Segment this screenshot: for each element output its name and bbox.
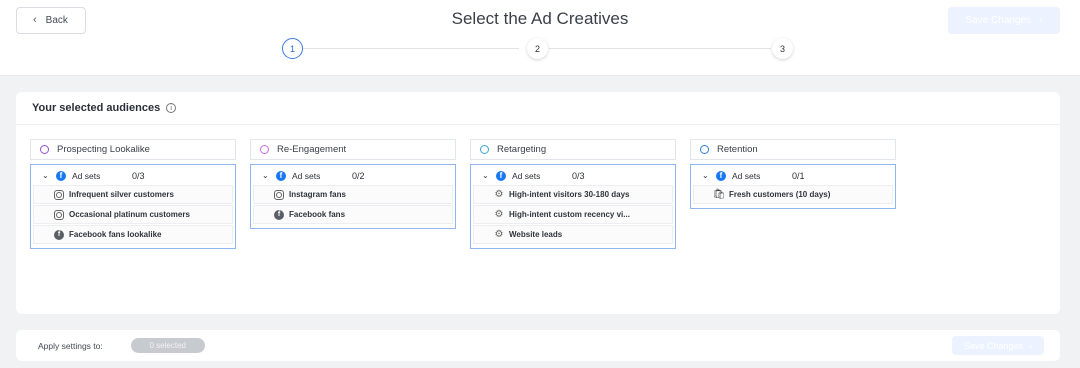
audience-header[interactable]: Retargeting [470,139,676,160]
audience-column-retargeting: Retargeting ⌄ f Ad sets 0/3 ⚙ High-inten… [470,139,676,249]
ad-sets-count: 0/3 [132,170,145,181]
save-changes-bottom-button[interactable]: Save Changes › [952,336,1044,355]
ad-sets-label: Ad sets [732,170,761,181]
ad-sets-toggle[interactable]: ⌄ f Ad sets 0/2 [253,167,453,184]
shopping-bag-icon: 🛍 [712,189,726,200]
instagram-icon [54,209,64,220]
audience-ring-icon [40,145,49,154]
audience-header[interactable]: Prospecting Lookalike [30,139,236,160]
audience-name: Retention [717,144,758,155]
list-item[interactable]: 🛍 Fresh customers (10 days) [693,185,893,204]
list-item[interactable]: Infrequent silver customers [33,185,233,204]
ad-sets-count: 0/3 [572,170,585,181]
card-header: Your selected audiences i [16,92,1060,125]
list-item[interactable]: ⚙ High-intent visitors 30-180 days [473,185,673,204]
step-3[interactable]: 3 [772,38,793,59]
facebook-icon: f [276,170,286,181]
audience-ring-icon [700,145,709,154]
save-changes-button[interactable]: Save Changes › [948,7,1060,34]
item-label: Website leads [509,230,563,239]
chevron-down-icon: ⌄ [42,171,49,180]
audience-name: Retargeting [497,144,547,155]
ad-sets-toggle[interactable]: ⌄ f Ad sets 0/3 [473,167,673,184]
ad-sets-label: Ad sets [512,170,541,181]
ad-sets-count: 0/2 [352,170,365,181]
info-icon[interactable]: i [166,103,177,113]
audience-column-prospecting: Prospecting Lookalike ⌄ f Ad sets 0/3 In… [30,139,236,249]
chevron-down-icon: ⌄ [702,171,709,180]
instagram-icon [274,189,284,200]
stepper: 1 2 3 [0,38,1080,60]
audience-name: Prospecting Lookalike [57,144,150,155]
step-connector [303,48,519,49]
item-label: Fresh customers (10 days) [729,190,831,199]
ad-sets-label: Ad sets [292,170,321,181]
step-1[interactable]: 1 [282,38,303,59]
custom-audience-icon: ⚙ [494,209,504,220]
step-connector [549,48,771,49]
item-label: High-intent custom recency vi... [509,210,630,219]
facebook-icon: f [54,229,64,240]
chevron-down-icon: ⌄ [262,171,269,180]
audience-ring-icon [260,145,269,154]
list-item[interactable]: f Facebook fans [253,205,453,224]
audience-name: Re-Engagement [277,144,347,155]
facebook-icon: f [56,170,66,181]
ad-sets-toggle[interactable]: ⌄ f Ad sets 0/1 [693,167,893,184]
ad-sets-panel: ⌄ f Ad sets 0/3 Infrequent silver custom… [30,164,236,249]
step-2[interactable]: 2 [527,38,548,59]
facebook-icon: f [496,170,506,181]
item-label: Facebook fans lookalike [69,230,162,239]
facebook-icon: f [716,170,726,181]
list-item[interactable]: f Facebook fans lookalike [33,225,233,244]
item-label: Facebook fans [289,210,346,219]
item-label: Occasional platinum customers [69,210,190,219]
chevron-down-icon: ⌄ [482,171,489,180]
ad-sets-panel: ⌄ f Ad sets 0/3 ⚙ High-intent visitors 3… [470,164,676,249]
chevron-right-icon: › [1039,15,1043,26]
ad-sets-panel: ⌄ f Ad sets 0/2 Instagram fans f Faceboo… [250,164,456,229]
top-header: ‹ Back Select the Ad Creatives Save Chan… [0,0,1080,76]
selected-count-pill[interactable]: 0 selected [130,338,205,353]
apply-settings-bar: Apply settings to: 0 selected Save Chang… [16,330,1060,361]
page-title: Select the Ad Creatives [451,9,629,28]
save-changes-label: Save Changes [965,15,1032,26]
audience-ring-icon [480,145,489,154]
custom-audience-icon: ⚙ [494,229,504,240]
ad-sets-count: 0/1 [792,170,805,181]
list-item[interactable]: Occasional platinum customers [33,205,233,224]
card-title: Your selected audiences [32,102,161,114]
ad-sets-toggle[interactable]: ⌄ f Ad sets 0/3 [33,167,233,184]
ad-sets-panel: ⌄ f Ad sets 0/1 🛍 Fresh customers (10 da… [690,164,896,209]
list-item[interactable]: ⚙ High-intent custom recency vi... [473,205,673,224]
audience-header[interactable]: Retention [690,139,896,160]
apply-settings-label: Apply settings to: [38,340,103,351]
item-label: Infrequent silver customers [69,190,174,199]
chevron-right-icon: › [1029,340,1033,351]
audience-header[interactable]: Re-Engagement [250,139,456,160]
item-label: Instagram fans [289,190,346,199]
audience-column-reengagement: Re-Engagement ⌄ f Ad sets 0/2 Instagram … [250,139,456,229]
list-item[interactable]: Instagram fans [253,185,453,204]
instagram-icon [54,189,64,200]
save-changes-label: Save Changes [963,340,1024,351]
facebook-icon: f [274,209,284,220]
custom-audience-icon: ⚙ [494,189,504,200]
audience-column-retention: Retention ⌄ f Ad sets 0/1 🛍 Fresh custom… [690,139,896,209]
item-label: High-intent visitors 30-180 days [509,190,630,199]
selected-audiences-card: Your selected audiences i Prospecting Lo… [16,92,1060,314]
list-item[interactable]: ⚙ Website leads [473,225,673,244]
ad-sets-label: Ad sets [72,170,101,181]
